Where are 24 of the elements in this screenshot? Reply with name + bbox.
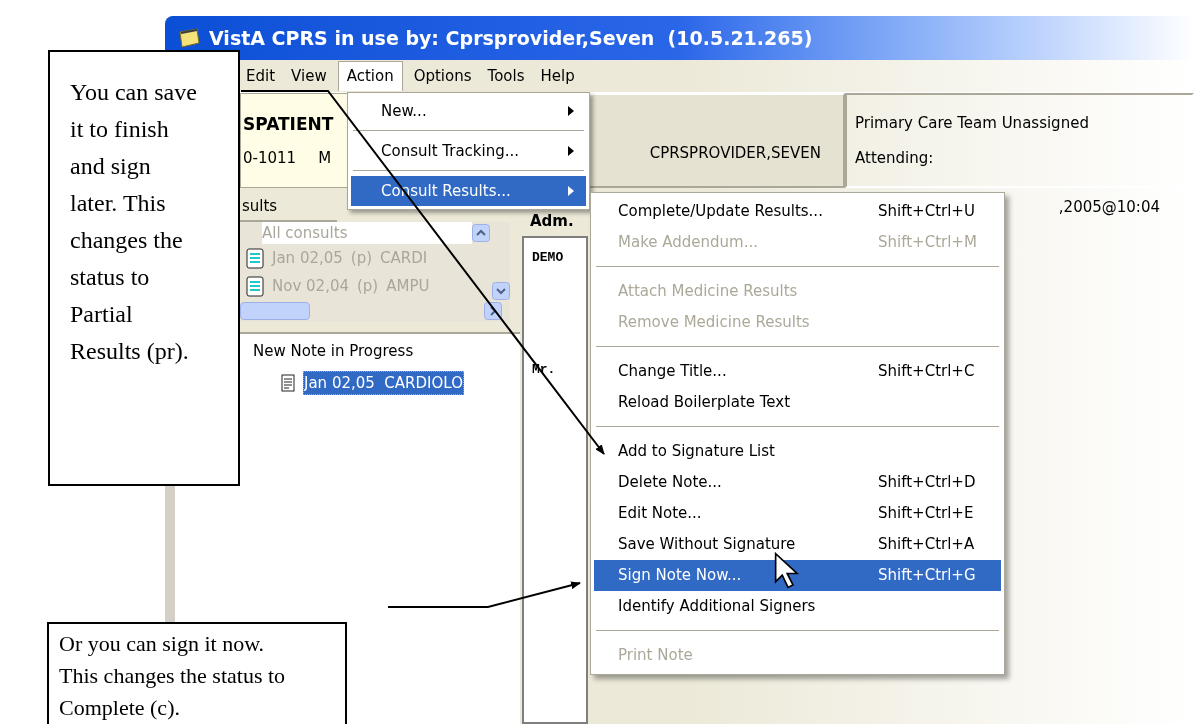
admission-label: Adm. bbox=[530, 210, 574, 232]
shortcut-label: Shift+Ctrl+D bbox=[878, 472, 976, 494]
note-date: ,2005@10:04 bbox=[1058, 197, 1160, 218]
consult-date: Nov 02,04 bbox=[272, 275, 349, 297]
note-text-line: DEMO bbox=[532, 249, 565, 267]
shortcut-label: Shift+Ctrl+E bbox=[878, 503, 974, 525]
consult-title: CARDI bbox=[380, 247, 428, 269]
consult-title: AMPU bbox=[386, 275, 430, 297]
shortcut-label: Shift+Ctrl+G bbox=[878, 565, 976, 587]
patient-id: 0-1011 bbox=[243, 148, 297, 169]
patient-name: SPATIENT bbox=[243, 112, 335, 136]
window-title: VistA CPRS in use by: Cprsprovider,Seven (10.5.21.265) bbox=[209, 25, 813, 51]
callout-note: Or you can sign it now. This changes the status to Complete (c). bbox=[47, 622, 347, 724]
callout-note: You can save it to finish and sign later. This changes the status to Partial Results (pr). bbox=[48, 50, 240, 486]
primary-care-team: Primary Care Team Unassigned bbox=[855, 113, 1090, 134]
consult-status: (p) bbox=[357, 275, 379, 297]
shortcut-label: Shift+Ctrl+M bbox=[878, 232, 977, 254]
patient-sex: M bbox=[318, 148, 332, 169]
shortcut-label: Shift+Ctrl+C bbox=[878, 361, 975, 383]
shortcut-label: Shift+Ctrl+U bbox=[878, 201, 975, 223]
consult-date: Jan 02,05 bbox=[272, 247, 343, 269]
shortcut-label: Shift+Ctrl+A bbox=[878, 534, 975, 556]
consult-status: (p) bbox=[350, 247, 373, 269]
attending-label: Attending: bbox=[855, 147, 935, 169]
